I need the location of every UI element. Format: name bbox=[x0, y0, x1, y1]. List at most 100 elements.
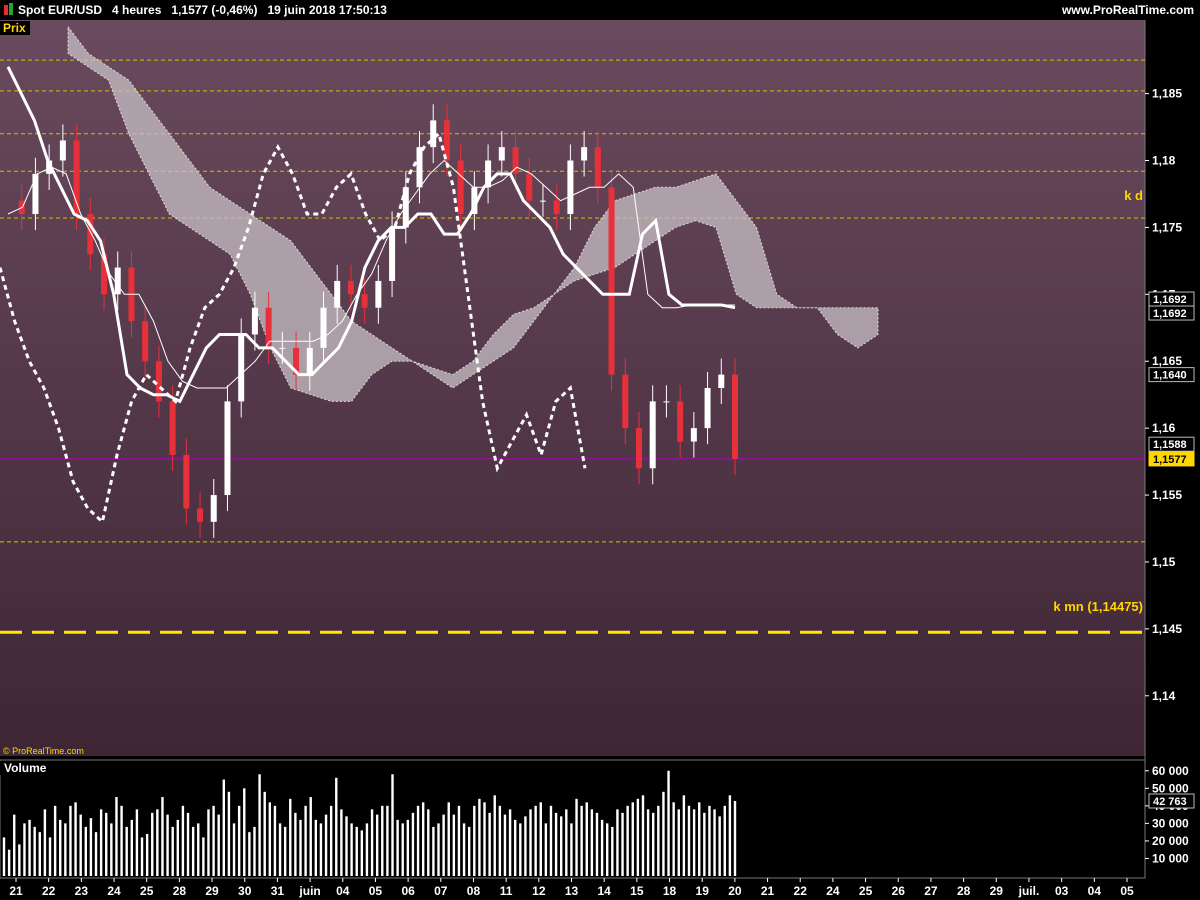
price-panel-background bbox=[0, 20, 1145, 756]
volume-bar bbox=[641, 795, 645, 876]
volume-bar bbox=[48, 837, 52, 876]
date-tick-label: 11 bbox=[500, 884, 513, 898]
price-badge-label: 1,1640 bbox=[1153, 370, 1187, 382]
date-tick-label: 24 bbox=[826, 884, 840, 898]
candle-body bbox=[649, 401, 656, 469]
volume-bar bbox=[125, 826, 128, 876]
volume-bar bbox=[570, 823, 573, 876]
date-tick-label: 25 bbox=[859, 884, 873, 898]
volume-bar bbox=[186, 812, 190, 876]
volume-bar bbox=[232, 823, 236, 876]
volume-bar bbox=[7, 849, 11, 876]
candle-body bbox=[526, 173, 533, 201]
volume-bar bbox=[289, 798, 292, 876]
volume-bar bbox=[401, 823, 404, 876]
volume-bar bbox=[375, 814, 379, 876]
volume-bar bbox=[268, 802, 272, 876]
volume-bar bbox=[191, 826, 195, 876]
volume-bar bbox=[467, 826, 471, 876]
volume-bar bbox=[84, 826, 87, 876]
volume-bar bbox=[135, 809, 139, 876]
volume-bar bbox=[181, 805, 185, 876]
candle-body bbox=[334, 280, 341, 308]
volume-bar bbox=[43, 809, 47, 876]
date-tick-label: 19 bbox=[696, 884, 710, 898]
volume-bar bbox=[145, 833, 149, 876]
volume-bar bbox=[314, 819, 318, 876]
date-tick-label: 15 bbox=[630, 884, 644, 898]
volume-bar bbox=[171, 826, 174, 876]
volume-bar bbox=[69, 805, 72, 876]
volume-bar bbox=[544, 823, 548, 876]
volume-bar bbox=[273, 805, 277, 876]
date-tick-label: 23 bbox=[75, 884, 89, 898]
volume-bar bbox=[258, 774, 261, 876]
date-tick-label: 28 bbox=[957, 884, 971, 898]
volume-bar bbox=[585, 802, 588, 876]
price-badge-label: 1,1692 bbox=[1153, 308, 1187, 320]
candle-body bbox=[306, 347, 313, 375]
volume-bar bbox=[202, 837, 205, 876]
volume-bar bbox=[508, 809, 512, 876]
date-tick-label: 22 bbox=[42, 884, 56, 898]
volume-bar bbox=[646, 809, 650, 876]
volume-bar bbox=[498, 805, 502, 876]
candle-body bbox=[183, 454, 190, 509]
volume-bar bbox=[687, 805, 691, 876]
volume-bar bbox=[89, 818, 93, 876]
price-badges: 1,1692 1,1692 1,1640 1,1588 1,1577 bbox=[1148, 291, 1195, 467]
volume-bar bbox=[713, 809, 716, 876]
volume-bar bbox=[278, 823, 282, 876]
volume-bar bbox=[105, 812, 108, 876]
volume-bar bbox=[406, 819, 410, 876]
volume-bar bbox=[263, 791, 266, 876]
volume-bar bbox=[53, 805, 57, 876]
price-tick-label: 1,185 bbox=[1152, 87, 1182, 101]
volume-bar bbox=[74, 802, 77, 876]
volume-bar bbox=[23, 823, 26, 876]
volume-bar bbox=[166, 814, 169, 876]
date-tick-label: 25 bbox=[140, 884, 154, 898]
volume-bar bbox=[309, 797, 312, 876]
date-tick-label: 31 bbox=[271, 884, 285, 898]
volume-bar bbox=[442, 814, 445, 876]
volume-bar bbox=[151, 812, 154, 876]
volume-bar bbox=[319, 823, 323, 876]
volume-bar bbox=[386, 805, 389, 876]
candle-body bbox=[581, 147, 588, 161]
candle-body bbox=[622, 374, 629, 429]
volume-bar bbox=[350, 823, 353, 876]
candle-body bbox=[32, 173, 39, 215]
volume-bar bbox=[120, 805, 123, 876]
volume-bar bbox=[381, 805, 384, 876]
volume-bar bbox=[667, 770, 670, 876]
candle-body bbox=[539, 200, 546, 202]
volume-bar bbox=[411, 812, 415, 876]
kmn-annotation: k mn (1,14475) bbox=[1053, 599, 1143, 614]
volume-bar bbox=[110, 823, 113, 876]
candle-body bbox=[238, 334, 245, 402]
volume-bar bbox=[355, 826, 358, 876]
date-axis-ticks: 21 22 23 24 25 28 29 30 31 juin 04 05 06 07 08 11 12 13 14… bbox=[9, 878, 1134, 898]
volume-bar bbox=[217, 814, 220, 876]
price-tick-label: 1,165 bbox=[1152, 354, 1182, 368]
price-chart-svg[interactable]: 1,141,1451,151,1551,161,1651,171,1751,18… bbox=[0, 0, 1200, 900]
volume-bar bbox=[549, 805, 553, 876]
volume-bar bbox=[396, 819, 399, 876]
volume-panel-label: Volume bbox=[4, 761, 47, 775]
volume-bar bbox=[554, 812, 558, 876]
volume-bar bbox=[636, 798, 640, 876]
date-tick-label: juin bbox=[298, 884, 320, 898]
candle-body bbox=[251, 307, 258, 335]
candle-body bbox=[347, 280, 354, 295]
volume-bar bbox=[483, 802, 486, 876]
volume-bar bbox=[478, 798, 481, 876]
candle-body bbox=[704, 388, 711, 429]
volume-bar bbox=[488, 812, 491, 876]
volume-bar bbox=[227, 791, 231, 876]
volume-bar bbox=[13, 814, 16, 876]
price-panel-label: Prix bbox=[3, 21, 26, 35]
volume-bar bbox=[365, 823, 369, 876]
volume-bar bbox=[248, 832, 251, 876]
volume-bar bbox=[421, 802, 425, 876]
